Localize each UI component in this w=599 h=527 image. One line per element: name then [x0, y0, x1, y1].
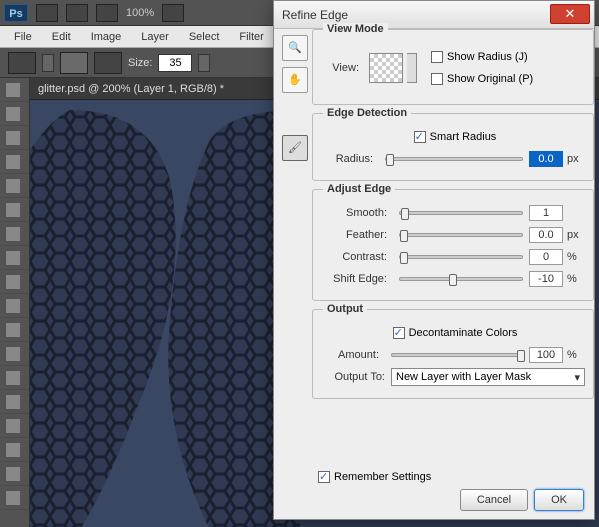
zoom-tool-icon[interactable]: 🔍 — [282, 35, 308, 61]
dialog-title: Refine Edge — [282, 8, 348, 22]
lasso-tool[interactable] — [0, 126, 29, 150]
show-radius-label: Show Radius (J) — [447, 51, 528, 63]
smooth-slider[interactable] — [399, 211, 523, 215]
extras-icon[interactable] — [162, 4, 184, 22]
view-dropdown[interactable] — [407, 53, 417, 83]
shift-slider[interactable] — [399, 277, 523, 281]
history-brush-tool[interactable] — [0, 294, 29, 318]
amount-input[interactable]: 100 — [529, 347, 563, 363]
remember-label: Remember Settings — [334, 471, 431, 483]
menu-image[interactable]: Image — [81, 28, 132, 46]
brush-tool[interactable] — [0, 246, 29, 270]
view-mode-title: View Mode — [323, 23, 388, 35]
contrast-label: Contrast: — [325, 251, 387, 263]
output-to-select[interactable]: New Layer with Layer Mask — [391, 368, 585, 386]
tools-panel — [0, 78, 30, 527]
smart-radius-checkbox[interactable] — [414, 131, 426, 143]
radius-input[interactable]: 0.0 — [529, 151, 563, 167]
remember-checkbox[interactable] — [318, 471, 330, 483]
smart-radius-label: Smart Radius — [430, 131, 497, 143]
move-tool[interactable] — [0, 78, 29, 102]
feather-label: Feather: — [325, 229, 387, 241]
ok-button[interactable]: OK — [534, 489, 584, 511]
brush-mode-sub-icon[interactable] — [94, 52, 122, 74]
amount-slider[interactable] — [391, 353, 523, 357]
stamp-tool[interactable] — [0, 270, 29, 294]
wand-tool[interactable] — [0, 150, 29, 174]
radius-unit: px — [567, 153, 585, 165]
menu-layer[interactable]: Layer — [131, 28, 179, 46]
edge-detection-group: Edge Detection Smart Radius Radius: 0.0 … — [312, 113, 594, 181]
edge-detection-title: Edge Detection — [323, 107, 411, 119]
shape-tool[interactable] — [0, 486, 29, 510]
smooth-input[interactable]: 1 — [529, 205, 563, 221]
path-tool[interactable] — [0, 462, 29, 486]
menu-filter[interactable]: Filter — [229, 28, 273, 46]
output-title: Output — [323, 303, 367, 315]
zoom-level[interactable]: 100% — [126, 7, 154, 19]
radius-label: Radius: — [325, 153, 373, 165]
contrast-input[interactable]: 0 — [529, 249, 563, 265]
arrange-icon[interactable] — [96, 4, 118, 22]
view-mode-group: View Mode View: Show Radius (J) Show Ori… — [312, 29, 594, 105]
tool-preset-dropdown[interactable] — [42, 54, 54, 72]
show-original-label: Show Original (P) — [447, 73, 533, 85]
marquee-tool[interactable] — [0, 102, 29, 126]
adjust-edge-group: Adjust Edge Smooth:1 Feather:0.0px Contr… — [312, 189, 594, 301]
contrast-unit: % — [567, 251, 585, 263]
close-icon[interactable]: ✕ — [550, 4, 590, 24]
refine-brush-icon[interactable]: 🖌 — [282, 135, 308, 161]
size-dropdown[interactable] — [198, 54, 210, 72]
output-to-label: Output To: — [325, 371, 385, 383]
shift-label: Shift Edge: — [325, 273, 387, 285]
ps-logo: Ps — [4, 4, 28, 22]
radius-slider[interactable] — [385, 157, 523, 161]
adjust-edge-title: Adjust Edge — [323, 183, 395, 195]
crop-tool[interactable] — [0, 174, 29, 198]
pen-tool[interactable] — [0, 414, 29, 438]
feather-unit: px — [567, 229, 585, 241]
size-input[interactable] — [158, 54, 192, 72]
cancel-button[interactable]: Cancel — [460, 489, 528, 511]
refine-edge-dialog: Refine Edge ✕ 🔍 ✋ 🖌 View Mode View: Show… — [273, 0, 595, 520]
gradient-tool[interactable] — [0, 342, 29, 366]
smooth-label: Smooth: — [325, 207, 387, 219]
shift-input[interactable]: -10 — [529, 271, 563, 287]
menu-edit[interactable]: Edit — [42, 28, 81, 46]
eraser-tool[interactable] — [0, 318, 29, 342]
brush-mode-add-icon[interactable] — [60, 52, 88, 74]
hand-tool-icon[interactable]: ✋ — [282, 67, 308, 93]
show-radius-checkbox[interactable] — [431, 51, 443, 63]
blur-tool[interactable] — [0, 366, 29, 390]
shift-unit: % — [567, 273, 585, 285]
decontaminate-label: Decontaminate Colors — [409, 327, 518, 339]
view-thumbnail[interactable] — [369, 53, 403, 83]
eyedropper-tool[interactable] — [0, 198, 29, 222]
dodge-tool[interactable] — [0, 390, 29, 414]
amount-unit: % — [567, 349, 585, 361]
contrast-slider[interactable] — [399, 255, 523, 259]
tool-preset-icon[interactable] — [8, 52, 36, 74]
dialog-titlebar[interactable]: Refine Edge ✕ — [274, 1, 594, 29]
bridge-icon[interactable] — [36, 4, 58, 22]
size-label: Size: — [128, 57, 152, 69]
feather-input[interactable]: 0.0 — [529, 227, 563, 243]
decontaminate-checkbox[interactable] — [393, 327, 405, 339]
type-tool[interactable] — [0, 438, 29, 462]
view-label: View: — [325, 62, 359, 74]
minibridge-icon[interactable] — [66, 4, 88, 22]
menu-file[interactable]: File — [4, 28, 42, 46]
amount-label: Amount: — [325, 349, 379, 361]
output-group: Output Decontaminate Colors Amount:100% … — [312, 309, 594, 399]
show-original-checkbox[interactable] — [431, 73, 443, 85]
feather-slider[interactable] — [399, 233, 523, 237]
healing-tool[interactable] — [0, 222, 29, 246]
menu-select[interactable]: Select — [179, 28, 230, 46]
document-tab-label: glitter.psd @ 200% (Layer 1, RGB/8) * — [38, 83, 224, 95]
